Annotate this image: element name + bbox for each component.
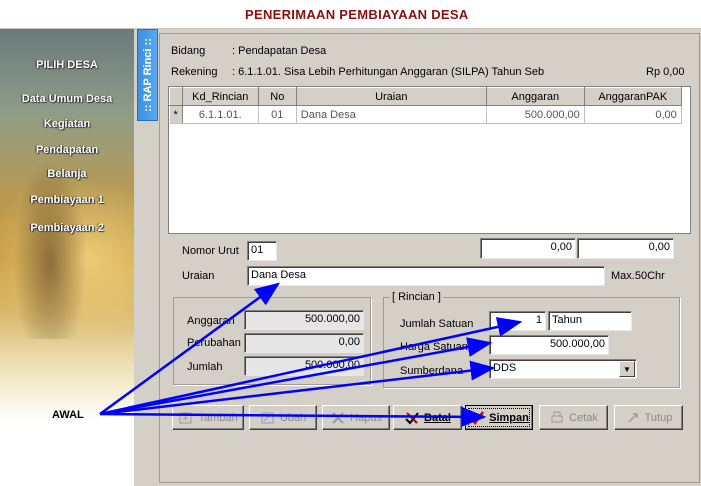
jumlah-satuan-label: Jumlah Satuan xyxy=(400,318,474,330)
nomor-urut-label: Nomor Urut xyxy=(182,245,239,257)
cell-no[interactable]: 01 xyxy=(258,105,297,124)
harga-satuan-label: Harga Satuan xyxy=(400,341,468,353)
satuan-input[interactable]: Tahun xyxy=(548,311,632,331)
cetak-button[interactable]: Cetak xyxy=(539,405,608,430)
batal-label: Batal xyxy=(424,411,451,424)
bidang-label: Bidang xyxy=(171,45,206,57)
add-record-icon xyxy=(179,412,192,423)
total-anggaran-pak: 0,00 xyxy=(577,238,674,259)
checkmark-icon xyxy=(470,410,485,425)
sidebar-item-pilih-desa[interactable]: PILIH DESA xyxy=(0,59,134,71)
delete-icon xyxy=(332,411,344,424)
rap-rinci-tab-label: :: RAP Rinci :: xyxy=(141,38,154,112)
rincian-legend: [ Rincian ] xyxy=(392,291,441,303)
printer-icon xyxy=(551,411,563,422)
cetak-label: Cetak xyxy=(569,411,598,424)
sidebar-item-kegiatan[interactable]: Kegiatan xyxy=(0,118,134,130)
harga-satuan-input[interactable]: 500.000,00 xyxy=(489,335,609,355)
jumlah-label: Jumlah xyxy=(187,361,223,373)
uraian-label: Uraian xyxy=(182,270,215,282)
sidebar-item-data-umum-desa[interactable]: Data Umum Desa xyxy=(0,93,134,105)
hapus-label: Hapus xyxy=(350,411,382,424)
batal-button[interactable]: Batal xyxy=(393,405,462,430)
grid-col-kd-rincian[interactable]: Kd_Rincian xyxy=(181,87,259,106)
tutup-label: Tutup xyxy=(644,411,673,424)
table-row[interactable]: * 6.1.1.01. 01 Dana Desa 500.000,00 0,00 xyxy=(169,105,682,124)
tutup-button[interactable]: Tutup xyxy=(614,405,683,430)
anggaran-label: Anggaran xyxy=(187,315,235,327)
total-anggaran: 0,00 xyxy=(480,238,576,259)
cell-anggaran[interactable]: 500.000,00 xyxy=(486,105,585,124)
jumlah-satuan-input[interactable]: 1 xyxy=(489,311,546,331)
edit-icon xyxy=(261,412,274,423)
sidebar-item-pendapatan[interactable]: Pendapatan xyxy=(0,144,134,156)
grid-header-row: Kd_Rincian No Uraian Anggaran AnggaranPA… xyxy=(169,87,682,106)
bidang-value: : Pendapatan Desa xyxy=(232,45,327,57)
grid-col-anggaran[interactable]: Anggaran xyxy=(485,87,585,106)
uraian-input[interactable]: Dana Desa xyxy=(247,266,605,286)
tambah-label: Tambah xyxy=(198,411,238,424)
ubah-label: Ubah xyxy=(279,411,307,424)
cancel-check-icon xyxy=(405,411,419,424)
nomor-urut-input[interactable]: 01 xyxy=(247,241,277,261)
rekening-label: Rekening xyxy=(171,66,218,78)
sumberdana-select[interactable]: DDS ▼ xyxy=(489,359,637,379)
rincian-grid[interactable]: Kd_Rincian No Uraian Anggaran AnggaranPA… xyxy=(168,86,691,234)
sumberdana-label: Sumberdana xyxy=(400,365,463,377)
sidebar-item-belanja[interactable]: Belanja xyxy=(0,168,134,180)
cell-anggaran-pak[interactable]: 0,00 xyxy=(584,105,682,124)
uraian-max-hint: Max.50Chr xyxy=(611,270,665,282)
rap-rinci-tab[interactable]: :: RAP Rinci :: xyxy=(137,29,158,121)
chevron-down-icon[interactable]: ▼ xyxy=(619,361,635,377)
perubahan-field: 0,00 xyxy=(244,333,364,353)
close-icon xyxy=(628,412,638,423)
anggaran-field: 500.000,00 xyxy=(244,310,364,330)
cell-uraian[interactable]: Dana Desa xyxy=(296,105,487,124)
row-marker[interactable]: * xyxy=(169,105,183,124)
simpan-button[interactable]: Simpan xyxy=(465,405,533,430)
sidebar-item-pembiayaan-1[interactable]: Pembiayaan 1 xyxy=(0,194,134,206)
grid-row-selector-header xyxy=(169,87,183,106)
rekening-total: Rp 0,00 xyxy=(646,66,685,78)
sumberdana-value: DDS xyxy=(493,362,517,374)
jumlah-field: 500.000,00 xyxy=(244,356,364,376)
cell-kd-rincian[interactable]: 6.1.1.01. xyxy=(182,105,259,124)
grid-col-uraian[interactable]: Uraian xyxy=(295,87,487,106)
rekening-value: : 6.1.1.01. Sisa Lebih Perhitungan Angga… xyxy=(232,66,545,78)
sidebar-item-pembiayaan-2[interactable]: Pembiayaan 2 xyxy=(0,222,134,234)
title-bar: PENERIMAAN PEMBIAYAAN DESA xyxy=(0,0,701,29)
ubah-button[interactable]: Ubah xyxy=(249,405,317,430)
tambah-button[interactable]: Tambah xyxy=(172,405,244,430)
grid-col-anggaran-pak[interactable]: AnggaranPAK xyxy=(583,87,682,106)
awal-annotation-label: AWAL xyxy=(52,409,84,421)
simpan-label: Simpan xyxy=(489,411,529,424)
window-title: PENERIMAAN PEMBIAYAAN DESA xyxy=(245,7,469,22)
grid-col-no[interactable]: No xyxy=(257,87,297,106)
hapus-button[interactable]: Hapus xyxy=(322,405,390,430)
perubahan-label: Perubahan xyxy=(187,337,241,349)
